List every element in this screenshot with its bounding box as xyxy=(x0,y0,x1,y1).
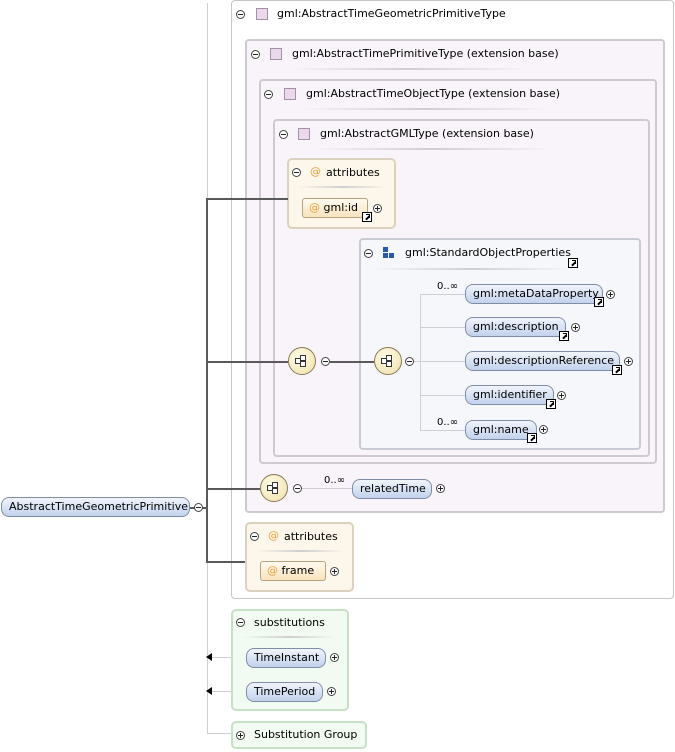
reference-arrow-icon[interactable] xyxy=(527,433,537,443)
group-icon xyxy=(383,247,395,259)
expand-toggle[interactable] xyxy=(330,653,339,662)
reference-arrow-icon[interactable] xyxy=(546,399,556,409)
attributes-title: attributes xyxy=(284,530,338,543)
element-label: TimeInstant xyxy=(254,651,320,664)
reference-arrow-icon[interactable] xyxy=(594,297,604,307)
substitution-group-title: Substitution Group xyxy=(254,728,358,741)
attribute-at-icon: @ xyxy=(309,201,320,214)
collapse-toggle[interactable] xyxy=(194,503,203,512)
cardinality-label: 0..∞ xyxy=(324,475,346,486)
reference-arrow-icon[interactable] xyxy=(362,212,372,222)
element-label: gml:metaDataProperty xyxy=(473,287,599,300)
group-title: gml:StandardObjectProperties xyxy=(405,246,571,259)
cardinality-label: 0..∞ xyxy=(437,281,459,292)
expand-toggle[interactable] xyxy=(571,323,580,332)
expand-toggle[interactable] xyxy=(624,357,633,366)
substitution-arrow-icon xyxy=(206,687,212,695)
attribute-gml-id[interactable]: @ gml:id xyxy=(302,198,368,218)
reference-arrow-icon[interactable] xyxy=(559,331,569,341)
expand-toggle[interactable] xyxy=(606,290,615,299)
reference-arrow-icon[interactable] xyxy=(568,258,578,268)
substitutions-title: substitutions xyxy=(254,616,325,629)
element-label: relatedTime xyxy=(360,482,426,495)
element-gml-identifier[interactable]: gml:identifier xyxy=(465,385,554,405)
element-gml-description[interactable]: gml:description xyxy=(465,317,566,337)
element-time-instant[interactable]: TimeInstant xyxy=(246,648,326,668)
collapse-toggle[interactable] xyxy=(236,618,245,627)
attribute-at-icon: @ xyxy=(268,529,279,542)
attribute-label: gml:id xyxy=(323,201,359,214)
complex-type-icon xyxy=(256,8,268,20)
expand-toggle[interactable] xyxy=(557,391,566,400)
expand-toggle[interactable] xyxy=(236,731,245,740)
element-gml-metadataproperty[interactable]: gml:metaDataProperty xyxy=(465,284,603,304)
collapse-toggle[interactable] xyxy=(250,532,259,541)
expand-toggle[interactable] xyxy=(436,484,445,493)
root-element-abstract-time-geometric-primitive[interactable]: AbstractTimeGeometricPrimitive xyxy=(1,497,190,517)
attribute-label: frame xyxy=(281,564,315,577)
element-label: gml:description xyxy=(473,320,559,333)
element-label: AbstractTimeGeometricPrimitive xyxy=(9,500,188,513)
element-gml-descriptionreference[interactable]: gml:descriptionReference xyxy=(465,351,620,371)
complex-type-icon xyxy=(270,48,282,60)
collapse-toggle[interactable] xyxy=(293,484,302,493)
reference-arrow-icon[interactable] xyxy=(612,365,622,375)
type-title: gml:AbstractTimeObjectType (extension ba… xyxy=(306,87,561,100)
type-title: gml:AbstractGMLType (extension base) xyxy=(320,127,534,140)
sequence-compositor-icon xyxy=(374,347,402,375)
collapse-toggle[interactable] xyxy=(405,357,414,366)
element-label: gml:descriptionReference xyxy=(473,354,615,367)
type-title: gml:AbstractTimeGeometricPrimitiveType xyxy=(277,7,506,20)
expand-toggle[interactable] xyxy=(330,567,339,576)
collapse-toggle[interactable] xyxy=(364,249,373,258)
attribute-frame[interactable]: @ frame xyxy=(260,561,326,581)
attributes-title: attributes xyxy=(326,166,380,179)
collapse-toggle[interactable] xyxy=(251,50,260,59)
expand-toggle[interactable] xyxy=(327,687,336,696)
collapse-toggle[interactable] xyxy=(279,130,288,139)
substitution-arrow-icon xyxy=(206,653,212,661)
expand-toggle[interactable] xyxy=(373,204,382,213)
type-title: gml:AbstractTimePrimitiveType (extension… xyxy=(292,47,559,60)
sequence-compositor-icon xyxy=(260,474,288,502)
complex-type-icon xyxy=(284,88,296,100)
attribute-at-icon: @ xyxy=(267,564,278,577)
complex-type-icon xyxy=(298,128,310,140)
element-label: gml:identifier xyxy=(473,388,547,401)
collapse-toggle[interactable] xyxy=(292,168,301,177)
sequence-compositor-icon xyxy=(288,347,316,375)
element-related-time[interactable]: relatedTime xyxy=(352,479,432,499)
collapse-toggle[interactable] xyxy=(264,90,273,99)
attribute-at-icon: @ xyxy=(310,165,321,178)
cardinality-label: 0..∞ xyxy=(437,417,459,428)
element-label: gml:name xyxy=(473,423,529,436)
expand-toggle[interactable] xyxy=(539,425,548,434)
element-label: TimePeriod xyxy=(254,685,316,698)
collapse-toggle[interactable] xyxy=(236,10,245,19)
element-time-period[interactable]: TimePeriod xyxy=(246,682,323,702)
collapse-toggle[interactable] xyxy=(321,357,330,366)
